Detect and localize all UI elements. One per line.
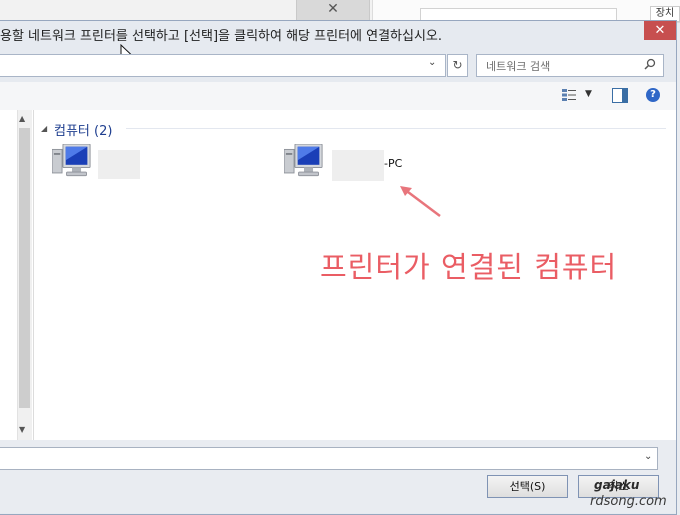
computer-icon xyxy=(283,143,323,177)
group-header-computers[interactable]: 컴퓨터 (2) xyxy=(54,120,112,139)
refresh-button[interactable]: ↻ xyxy=(447,54,468,77)
watermark-line2: rdsong.com xyxy=(590,494,667,509)
view-dropdown-icon[interactable]: ▼ xyxy=(585,89,592,99)
scroll-up-icon[interactable]: ▲ xyxy=(19,114,25,123)
search-icon[interactable] xyxy=(644,58,656,70)
annotation-text: 프린터가 연결된 컴퓨터 xyxy=(320,250,618,284)
group-collapse-icon[interactable]: ◢ xyxy=(41,124,47,133)
address-bar[interactable] xyxy=(0,54,446,77)
help-icon[interactable]: ? xyxy=(646,88,660,102)
computer-name: -PC xyxy=(384,157,403,170)
computer-item[interactable] xyxy=(283,143,324,185)
select-button[interactable]: 선택(S) xyxy=(487,475,568,498)
scrollbar-thumb[interactable] xyxy=(19,128,30,408)
dialog-close-button[interactable]: ✕ xyxy=(644,21,676,40)
computer-icon xyxy=(51,143,91,177)
combobox-dropdown-icon[interactable]: ⌄ xyxy=(644,451,652,462)
preview-pane-icon[interactable] xyxy=(612,88,628,103)
computer-name-blurred xyxy=(98,150,140,179)
printer-type-combobox[interactable] xyxy=(0,447,658,470)
group-divider xyxy=(126,128,666,129)
background-close-button[interactable]: ✕ xyxy=(296,0,370,21)
watermark-line1: gajaku xyxy=(594,478,640,492)
dialog-title: 용할 네트워크 프린터를 선택하고 [선택]을 클릭하여 해당 프린터에 연결하… xyxy=(0,29,443,44)
view-options-icon[interactable] xyxy=(562,88,576,102)
annotation-arrow-icon xyxy=(400,186,441,217)
search-placeholder: 네트워크 검색 xyxy=(486,60,551,73)
scroll-down-icon[interactable]: ▼ xyxy=(19,425,25,434)
computer-name-blurred xyxy=(332,150,384,181)
address-dropdown-icon[interactable]: ⌄ xyxy=(428,57,436,68)
computer-item[interactable] xyxy=(51,143,92,185)
